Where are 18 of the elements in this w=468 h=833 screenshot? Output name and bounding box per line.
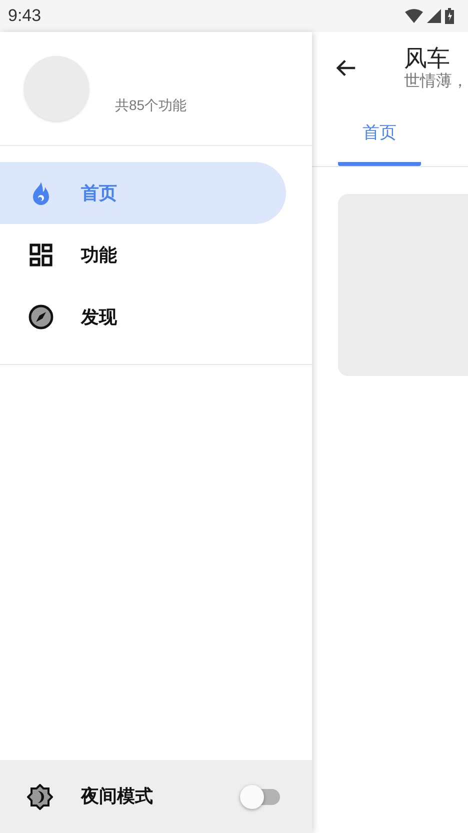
compass-icon <box>28 304 54 330</box>
battery-icon <box>445 8 454 24</box>
brightness-icon <box>27 784 53 810</box>
page-subtitle: 世情薄， <box>404 72 468 92</box>
feature-count: 共85个功能 <box>115 96 187 115</box>
drawer-item[interactable]: 功能 <box>0 224 286 286</box>
wifi-icon <box>405 9 423 23</box>
status-time: 9:43 <box>8 5 42 28</box>
back-arrow-icon[interactable] <box>336 58 356 78</box>
night-mode-label: 夜间模式 <box>81 785 153 808</box>
tab[interactable]: 首页 <box>338 104 421 166</box>
night-mode-switch[interactable] <box>240 784 282 810</box>
signal-icon <box>427 9 441 23</box>
drawer-item[interactable]: 发现 <box>0 286 286 348</box>
page-title: 风车 <box>404 44 451 72</box>
flame-icon <box>30 180 52 206</box>
dashboard-icon <box>29 243 53 267</box>
avatar <box>24 56 89 121</box>
